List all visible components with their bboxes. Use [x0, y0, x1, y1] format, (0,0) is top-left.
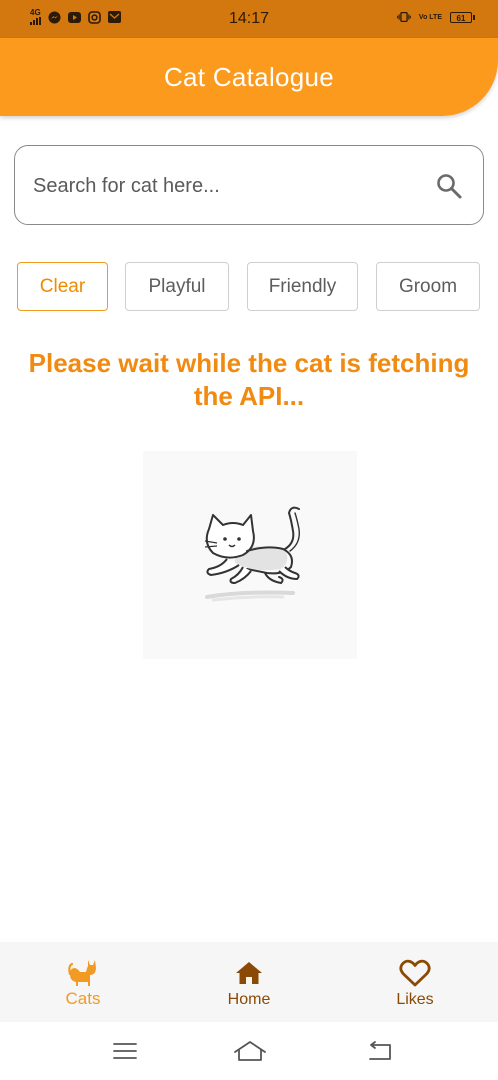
loading-message: Please wait while the cat is fetching th…	[28, 348, 470, 411]
filter-chip-clear[interactable]: Clear	[17, 262, 108, 311]
volte-indicator: Vo LTE	[418, 13, 442, 21]
filter-chip-label: Playful	[148, 275, 206, 297]
running-cat-icon	[204, 506, 300, 602]
vibrate-icon	[397, 10, 411, 24]
app-bar: Cat Catalogue	[0, 38, 498, 116]
search-input[interactable]	[31, 146, 425, 226]
status-bar: 4G 14:17 Vo LTE 61	[0, 0, 498, 38]
bottom-navigation: Cats Home Likes	[0, 942, 498, 1022]
nav-label-home: Home	[227, 991, 271, 1008]
filter-chip-label: Friendly	[268, 275, 337, 297]
cat-icon	[66, 956, 100, 990]
battery-icon: 61	[450, 11, 475, 23]
back-icon[interactable]	[364, 1038, 394, 1064]
filter-chip-groom[interactable]: Groom	[376, 262, 480, 311]
search-box	[14, 145, 484, 226]
app-title: Cat Catalogue	[163, 62, 335, 92]
nav-item-cats[interactable]: Cats	[0, 942, 166, 1022]
menu-icon[interactable]	[110, 1038, 140, 1064]
nav-label-likes: Likes	[396, 991, 434, 1008]
filter-chip-playful[interactable]: Playful	[125, 262, 229, 311]
nav-label-cats: Cats	[65, 989, 101, 1008]
nav-item-home[interactable]: Home	[166, 942, 332, 1022]
nav-item-likes[interactable]: Likes	[332, 942, 498, 1022]
loading-cat-illustration	[143, 451, 357, 659]
home-icon	[232, 956, 266, 990]
search-icon[interactable]	[435, 172, 463, 200]
filter-chip-label: Groom	[398, 275, 458, 297]
status-right-icons: Vo LTE 61	[397, 10, 475, 24]
system-navigation-bar	[0, 1022, 498, 1080]
heart-icon	[398, 956, 432, 990]
app-screen: 4G 14:17 Vo LTE 61 Cat Catalogue Search …	[0, 0, 498, 1080]
filter-chip-label: Clear	[39, 275, 86, 297]
filter-chip-friendly[interactable]: Friendly	[247, 262, 358, 311]
home-button-icon[interactable]	[233, 1038, 266, 1064]
battery-level: 61	[456, 13, 466, 23]
